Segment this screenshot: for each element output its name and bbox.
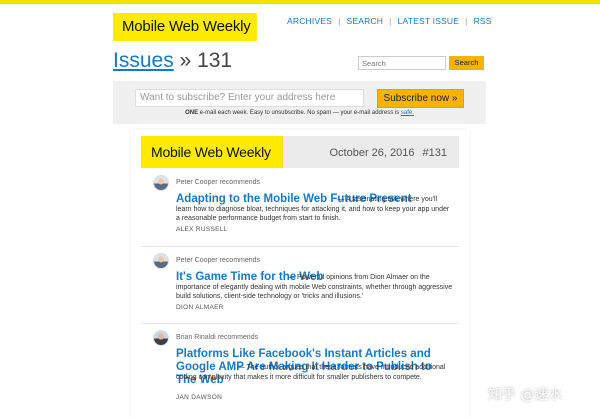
search-input[interactable] bbox=[358, 56, 446, 70]
nav-archives[interactable]: ARCHIVES bbox=[287, 16, 332, 26]
issue-logo: Mobile Web Weekly bbox=[141, 136, 283, 168]
article-description: The Web xxxxxxxxx— The author argues tha… bbox=[176, 363, 453, 382]
divider bbox=[141, 246, 459, 247]
top-accent-bar bbox=[0, 0, 600, 4]
issue-date-info: October 26, 2016 #131 bbox=[330, 147, 448, 159]
issue-number-badge: #131 bbox=[422, 147, 447, 159]
subscribe-note-text: e-mail each week. Easy to unsubscribe. N… bbox=[198, 110, 401, 116]
recommender: Peter Cooper recommends bbox=[176, 179, 261, 186]
nav-search[interactable]: SEARCH bbox=[346, 16, 383, 26]
avatar bbox=[153, 253, 169, 269]
subscribe-note-bold: ONE bbox=[185, 110, 199, 116]
nav-separator: | bbox=[465, 16, 468, 26]
nav-latest-issue[interactable]: LATEST ISSUE bbox=[398, 16, 460, 26]
avatar bbox=[153, 175, 169, 191]
divider bbox=[141, 323, 459, 324]
recommender: Brian Rinaldi recommends bbox=[176, 334, 259, 341]
subscribe-email-input[interactable]: Want to subscribe? Enter your address he… bbox=[135, 89, 364, 107]
safe-link[interactable]: safe. bbox=[401, 110, 414, 116]
article-author: ALEX RUSSELL bbox=[176, 226, 228, 233]
newsletter-issue: Mobile Web Weekly October 26, 2016 #131 P… bbox=[131, 130, 469, 417]
subscribe-note: ONE e-mail each week. Easy to unsubscrib… bbox=[113, 110, 486, 116]
nav-rss[interactable]: RSS bbox=[474, 16, 492, 26]
avatar bbox=[153, 330, 169, 346]
subscribe-button[interactable]: Subscribe now » bbox=[377, 89, 464, 108]
search-button[interactable]: Search bbox=[449, 56, 484, 70]
page-title: Issues » 131 bbox=[113, 49, 232, 73]
issue-date: October 26, 2016 bbox=[329, 147, 415, 159]
article-description-text: — A fascinating talk where you'll learn … bbox=[176, 196, 450, 222]
breadcrumb-separator: » bbox=[179, 49, 192, 72]
article-author: DION ALMAER bbox=[176, 304, 224, 311]
article-description-text: — The author argues that these formats h… bbox=[176, 364, 446, 381]
nav-separator: | bbox=[389, 16, 392, 26]
issues-link[interactable]: Issues bbox=[113, 49, 174, 72]
recommender: Peter Cooper recommends bbox=[176, 257, 261, 264]
article-description: Adapting to the Mobile Web Future Presen… bbox=[176, 195, 453, 224]
nav-separator: | bbox=[338, 16, 341, 26]
issue-header: Mobile Web Weekly October 26, 2016 #131 bbox=[141, 136, 459, 168]
top-nav: ARCHIVES | SEARCH | LATEST ISSUE | RSS bbox=[287, 16, 492, 26]
site-logo[interactable]: Mobile Web Weekly bbox=[113, 13, 257, 41]
subscribe-box: Want to subscribe? Enter your address he… bbox=[113, 81, 486, 124]
watermark: 知乎 @速水 bbox=[488, 387, 563, 403]
article-author: JAN DAWSON bbox=[176, 394, 223, 401]
article-description-text: — Powerful opinions from Dion Almaer on … bbox=[176, 274, 453, 300]
article-description: It's Game Time for the Web — Powerful op… bbox=[176, 273, 453, 302]
issue-number: 131 bbox=[197, 49, 233, 72]
